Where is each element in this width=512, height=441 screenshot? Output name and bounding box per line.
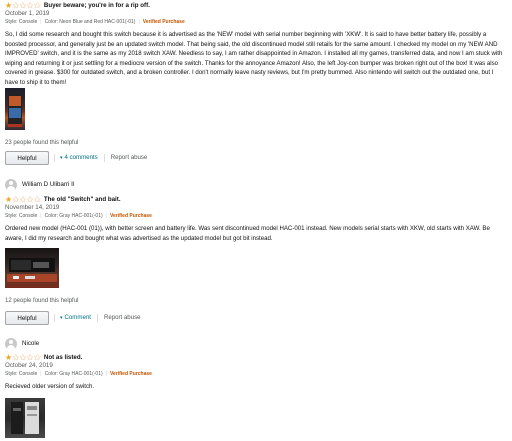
review: ★ ★ ★ ★ ★ Buyer beware; you're in for a … <box>5 2 507 88</box>
review-style[interactable]: Style: Console <box>5 19 37 26</box>
report-abuse-link[interactable]: Report abuse <box>111 154 148 162</box>
review-body: Ordered new model (HAC-001 (01)), with b… <box>5 225 490 242</box>
reviewer-name: William D Ulibarri II <box>22 180 75 188</box>
report-abuse-link[interactable]: Report abuse <box>104 314 141 322</box>
review-meta: Style: Console | Color: Gray HAC-001(-01… <box>5 212 507 220</box>
star-empty-icon: ★ <box>33 1 41 10</box>
review-style[interactable]: Style: Console <box>5 213 37 220</box>
helpful-count: 12 people found this helpful <box>5 298 79 304</box>
helpful-count: 23 people found this helpful <box>5 140 79 146</box>
verified-purchase-badge: Verified Purchase <box>109 212 152 219</box>
star-empty-icon: ★ <box>26 353 34 362</box>
star-empty-icon: ★ <box>33 195 41 204</box>
review-body: Recieved older version of switch. <box>5 383 95 390</box>
action-divider <box>54 314 55 322</box>
review-actions: Helpful ▾ Comment Report abuse <box>5 311 141 325</box>
chevron-down-icon: ▾ <box>60 154 63 161</box>
photo-switch-icon <box>8 94 22 127</box>
star-empty-icon: ★ <box>26 195 34 204</box>
photo-console-icon <box>7 258 57 282</box>
verified-purchase-badge: Verified Purchase <box>109 370 152 377</box>
review-color[interactable]: Color: Gray HAC-001(-01) <box>45 371 103 378</box>
star-empty-icon: ★ <box>19 195 27 204</box>
helpful-button[interactable]: Helpful <box>5 311 49 325</box>
star-rating: ★ ★ ★ ★ ★ <box>5 354 41 362</box>
chevron-down-icon: ▾ <box>60 314 63 321</box>
review-color[interactable]: Color: Gray HAC-001(-01) <box>45 213 103 220</box>
review-image[interactable] <box>5 398 45 438</box>
review-image[interactable] <box>5 248 59 288</box>
star-empty-icon: ★ <box>19 1 27 10</box>
review-body: So, I did some research and bought this … <box>5 31 503 86</box>
reviewer-profile[interactable]: William D Ulibarri II <box>5 178 507 192</box>
meta-divider: | <box>138 18 140 25</box>
comment-label: Comment <box>64 314 91 322</box>
helpful-button[interactable]: Helpful <box>5 151 49 165</box>
avatar <box>5 338 17 350</box>
action-divider <box>103 154 105 162</box>
review-title[interactable]: The old "Switch" and bait. <box>44 196 121 204</box>
review-meta: Style: Console | Color: Neon Blue and Re… <box>5 18 507 26</box>
review: Nicole ★ ★ ★ ★ ★ Not as listed. October … <box>5 337 507 392</box>
photo-box-icon <box>11 402 39 434</box>
action-divider <box>96 314 98 322</box>
meta-divider: | <box>40 212 42 219</box>
review-date: November 14, 2019 <box>5 204 60 211</box>
reviewer-name: Nicole <box>22 339 40 347</box>
review-rating-row: ★ ★ ★ ★ ★ The old "Switch" and bait. <box>5 196 507 204</box>
review-image[interactable] <box>5 88 25 130</box>
avatar <box>5 179 17 191</box>
action-divider <box>54 154 55 162</box>
comments-link[interactable]: ▾ 4 comments <box>60 154 98 162</box>
review-date: October 1, 2019 <box>5 10 50 17</box>
meta-divider: | <box>105 212 107 219</box>
star-rating: ★ ★ ★ ★ ★ <box>5 2 41 10</box>
review-rating-row: ★ ★ ★ ★ ★ Not as listed. <box>5 354 507 362</box>
review-actions: Helpful ▾ 4 comments Report abuse <box>5 151 147 165</box>
meta-divider: | <box>105 370 107 377</box>
comment-link[interactable]: ▾ Comment <box>60 314 91 322</box>
review-title[interactable]: Buyer beware; you're in for a rip off. <box>44 2 150 10</box>
star-empty-icon: ★ <box>33 353 41 362</box>
review: William D Ulibarri II ★ ★ ★ ★ ★ The old … <box>5 178 507 243</box>
review-date: October 24, 2019 <box>5 362 53 369</box>
review-title[interactable]: Not as listed. <box>44 354 83 362</box>
reviewer-profile[interactable]: Nicole <box>5 337 507 351</box>
star-empty-icon: ★ <box>19 353 27 362</box>
review-style[interactable]: Style: Console <box>5 371 37 378</box>
review-meta: Style: Console | Color: Gray HAC-001(-01… <box>5 370 507 378</box>
review-rating-row: ★ ★ ★ ★ ★ Buyer beware; you're in for a … <box>5 2 507 10</box>
meta-divider: | <box>40 370 42 377</box>
comments-label: 4 comments <box>64 154 98 162</box>
star-empty-icon: ★ <box>26 1 34 10</box>
meta-divider: | <box>40 18 42 25</box>
verified-purchase-badge: Verified Purchase <box>142 18 185 25</box>
review-color[interactable]: Color: Neon Blue and Red HAC-001(-01) <box>45 19 136 26</box>
star-rating: ★ ★ ★ ★ ★ <box>5 196 41 204</box>
